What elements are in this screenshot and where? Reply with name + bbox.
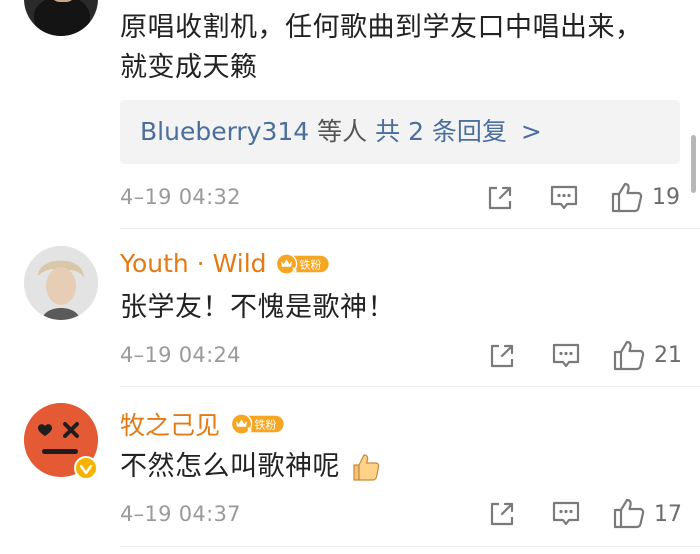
comment-timestamp: 4–19 04:37 bbox=[120, 502, 241, 526]
comment-text-line: 原唱收割机，任何歌曲到学友口中唱出来， bbox=[120, 12, 643, 43]
like-count: 21 bbox=[654, 343, 682, 368]
comment-icon[interactable] bbox=[551, 499, 581, 529]
username[interactable]: Youth · Wild bbox=[120, 249, 267, 278]
fan-badge-icon[interactable]: 5 铁粉 bbox=[228, 413, 288, 435]
comment-text: 原唱收割机，任何歌曲到学友口中唱出来， 就变成天籁 bbox=[120, 8, 680, 88]
comment-author: Youth · Wild 5 铁粉 bbox=[120, 249, 333, 278]
fan-badge-icon[interactable]: 5 铁粉 bbox=[273, 252, 333, 275]
share-icon[interactable] bbox=[485, 183, 515, 213]
badge-level: 5 bbox=[292, 265, 297, 274]
like-icon[interactable] bbox=[612, 338, 646, 372]
scrollbar[interactable] bbox=[691, 135, 696, 193]
reply-username[interactable]: Blueberry314 bbox=[140, 117, 309, 146]
verified-badge-icon bbox=[74, 456, 98, 480]
divider bbox=[120, 386, 700, 387]
divider bbox=[120, 546, 700, 547]
comment-text-content: 不然怎么叫歌神呢 bbox=[120, 451, 340, 482]
reply-others-label: 等人 bbox=[317, 117, 368, 146]
comment-icon[interactable] bbox=[551, 341, 581, 371]
comment-text: 不然怎么叫歌神呢 bbox=[120, 447, 382, 487]
like-icon[interactable] bbox=[610, 180, 644, 214]
comment-text-line: 就变成天籁 bbox=[120, 52, 258, 83]
like-icon[interactable] bbox=[612, 496, 646, 530]
divider bbox=[120, 228, 700, 229]
badge-level: 5 bbox=[247, 425, 252, 434]
avatar[interactable] bbox=[24, 246, 98, 320]
username[interactable]: 牧之己见 bbox=[120, 406, 220, 442]
comment-timestamp: 4–19 04:32 bbox=[120, 185, 241, 209]
comment-timestamp: 4–19 04:24 bbox=[120, 343, 241, 367]
comment-text: 张学友！不愧是歌神！ bbox=[120, 292, 395, 323]
avatar[interactable] bbox=[24, 0, 98, 36]
share-icon[interactable] bbox=[487, 499, 517, 529]
reply-count-link[interactable]: 共 2 条回复 bbox=[375, 117, 507, 146]
comment-author: 牧之己见 5 铁粉 bbox=[120, 406, 288, 442]
badge-label: 铁粉 bbox=[254, 419, 276, 432]
thumbs-up-emoji bbox=[353, 454, 380, 481]
like-count: 19 bbox=[652, 185, 680, 210]
share-icon[interactable] bbox=[487, 341, 517, 371]
comment-icon[interactable] bbox=[549, 183, 579, 213]
like-count: 17 bbox=[654, 502, 682, 527]
replies-preview[interactable]: Blueberry314 等人 共 2 条回复 > bbox=[120, 100, 680, 164]
chevron-right-icon: > bbox=[520, 117, 542, 146]
badge-label: 铁粉 bbox=[299, 258, 321, 271]
